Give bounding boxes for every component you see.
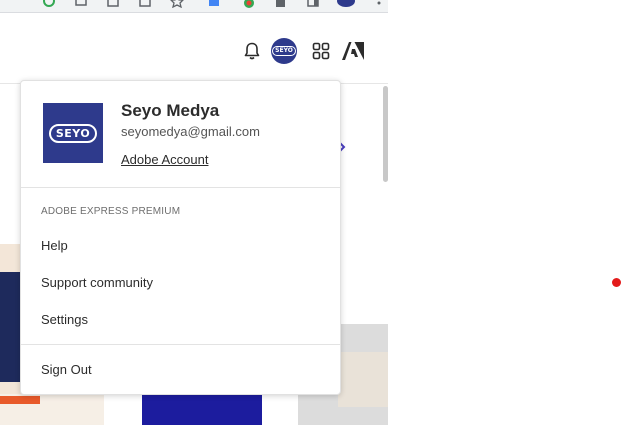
menu-item-help[interactable]: Help xyxy=(41,238,68,253)
menu-item-sign-out[interactable]: Sign Out xyxy=(41,362,92,377)
menu-item-settings[interactable]: Settings xyxy=(41,312,88,327)
divider xyxy=(21,344,340,345)
notifications-bell-icon[interactable] xyxy=(242,41,262,61)
profile-avatar-text: SEYO xyxy=(48,123,98,143)
avatar-text: SEYO xyxy=(272,46,296,56)
profile-avatar-button[interactable]: SEYO xyxy=(271,38,297,64)
profile-name: Seyo Medya xyxy=(121,101,220,120)
extension-meet-icon[interactable] xyxy=(208,0,222,8)
apps-grid-icon[interactable] xyxy=(311,41,331,61)
adobe-logo-icon[interactable] xyxy=(342,41,364,61)
scrollbar-thumb[interactable] xyxy=(383,86,388,182)
extension-color-icon[interactable] xyxy=(242,0,256,8)
share-icon[interactable] xyxy=(138,0,152,8)
extensions-puzzle-icon[interactable] xyxy=(274,0,288,8)
bookmark-star-icon[interactable] xyxy=(170,0,184,8)
browser-menu-icon[interactable] xyxy=(372,0,386,8)
plan-label: ADOBE EXPRESS PREMIUM xyxy=(41,206,181,217)
page-blank-area xyxy=(388,0,623,425)
menu-item-support-community[interactable]: Support community xyxy=(41,275,153,290)
google-icon[interactable] xyxy=(42,0,56,8)
profile-menu-popover: SEYO Seyo Medya seyomedya@gmail.com Adob… xyxy=(20,80,341,395)
adobe-account-link[interactable]: Adobe Account xyxy=(121,152,208,167)
profile-email: seyomedya@gmail.com xyxy=(121,124,260,139)
app-header: SEYO xyxy=(0,13,388,84)
screenshot-icon[interactable] xyxy=(106,0,120,8)
print-icon[interactable] xyxy=(74,0,88,8)
side-panel-icon[interactable] xyxy=(306,0,320,8)
profile-avatar: SEYO xyxy=(43,103,103,163)
browser-profile-icon[interactable] xyxy=(336,0,356,8)
divider xyxy=(21,187,340,188)
browser-toolbar xyxy=(0,0,388,13)
recording-indicator xyxy=(612,278,621,287)
